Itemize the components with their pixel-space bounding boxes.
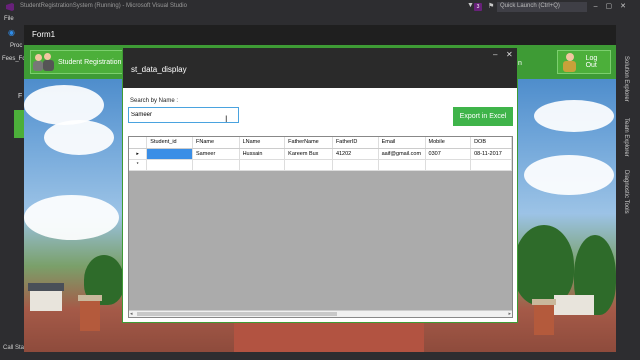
gate-pillar	[80, 301, 100, 331]
new-cell[interactable]	[378, 159, 426, 171]
brick-walkway	[234, 321, 424, 352]
search-label: Search by Name :	[130, 98, 179, 104]
tab-solution-explorer[interactable]: Solution Explorer	[623, 56, 629, 102]
new-cell[interactable]	[284, 159, 333, 171]
student-registration-button[interactable]: Student Registration	[30, 50, 124, 74]
tab-fees-form[interactable]: Fees_Fo	[2, 56, 26, 62]
designer-letter: F	[18, 93, 23, 100]
scrollbar-thumb[interactable]	[137, 312, 337, 316]
column-header-fathername[interactable]: FatherName	[284, 137, 333, 149]
quick-launch-input[interactable]: Quick Launch (Ctrl+Q)	[497, 2, 587, 12]
grid-header-row: Student_id FName LName FatherName Father…	[129, 137, 512, 149]
current-row-indicator[interactable]: ▸	[129, 148, 148, 160]
filter-icon[interactable]: ▼	[467, 2, 474, 9]
close-icon[interactable]: ✕	[506, 50, 513, 59]
notification-badge[interactable]: 3	[474, 3, 482, 11]
visual-studio-icon	[6, 3, 14, 11]
cell-fatherid[interactable]: 41202	[332, 148, 379, 160]
process-label: Proc	[10, 43, 23, 49]
feedback-flag-icon[interactable]: ⚑	[488, 2, 494, 10]
logout-label: Log Out	[585, 55, 598, 69]
column-header-email[interactable]: Email	[378, 137, 426, 149]
cloud	[44, 120, 114, 155]
window-controls[interactable]: –▢✕	[594, 2, 634, 10]
minimize-icon[interactable]: –	[493, 50, 497, 59]
form1-titlebar: Form1	[24, 25, 616, 45]
form1-title: Form1	[32, 30, 56, 39]
house	[554, 295, 594, 315]
cloud	[534, 100, 614, 132]
students-icon	[33, 52, 55, 72]
data-grid-table: Student_id FName LName FatherName Father…	[129, 137, 512, 171]
new-cell[interactable]	[425, 159, 472, 171]
cloud	[524, 155, 614, 195]
search-input[interactable]	[128, 107, 239, 123]
tree	[514, 225, 574, 305]
partial-header-text: n	[518, 60, 522, 67]
new-cell[interactable]	[470, 159, 512, 171]
cell-student-id[interactable]	[146, 148, 194, 160]
vs-titlebar: StudentRegistrationSystem (Running) - Mi…	[0, 0, 640, 14]
grid-corner-header	[129, 137, 148, 149]
right-tool-strip: Solution Explorer Team Explorer Diagnost…	[616, 50, 640, 360]
new-cell[interactable]	[146, 159, 194, 171]
column-header-dob[interactable]: DOB	[470, 137, 512, 149]
menu-file[interactable]: File	[4, 16, 14, 22]
cell-fathername[interactable]: Kareem Bux	[284, 148, 333, 160]
horizontal-scrollbar[interactable]: ◂ ▸	[129, 310, 512, 317]
st-data-display-dialog: st_data_display – ✕ n Search by Name : I…	[122, 47, 522, 323]
cell-mobile[interactable]: 0307	[425, 148, 472, 160]
table-row[interactable]: ▸ Sameer Hussain Kareem Bux 41202 aaif@g…	[129, 148, 512, 160]
gate-pillar	[534, 305, 554, 335]
cloud	[24, 85, 104, 125]
house-roof	[28, 283, 64, 291]
scroll-left-icon[interactable]: ◂	[130, 311, 133, 317]
column-header-fatherid[interactable]: FatherID	[332, 137, 379, 149]
column-header-fname[interactable]: FName	[192, 137, 240, 149]
scroll-right-icon[interactable]: ▸	[508, 311, 511, 317]
column-header-student-id[interactable]: Student_id	[146, 137, 194, 149]
vs-window-title: StudentRegistrationSystem (Running) - Mi…	[20, 3, 187, 9]
logout-button[interactable]: Log Out	[557, 50, 611, 74]
student-data-grid[interactable]: Student_id FName LName FatherName Father…	[128, 136, 513, 318]
user-logout-icon	[560, 52, 582, 72]
house	[30, 291, 62, 311]
back-navigation-icon[interactable]: ◉	[8, 28, 15, 37]
dialog-titlebar: st_data_display – ✕	[123, 48, 517, 88]
new-cell[interactable]	[192, 159, 240, 171]
tab-team-explorer[interactable]: Team Explorer	[623, 118, 629, 157]
cell-email[interactable]: aaif@gmail.com	[378, 148, 426, 160]
ibeam-cursor-icon: I	[225, 114, 228, 124]
column-header-mobile[interactable]: Mobile	[425, 137, 472, 149]
new-cell[interactable]	[239, 159, 286, 171]
column-header-lname[interactable]: LName	[239, 137, 286, 149]
new-row[interactable]: *	[129, 159, 512, 171]
tab-call-stack[interactable]: Call Sta	[3, 345, 24, 351]
student-registration-label: Student Registration	[58, 58, 122, 66]
cell-dob[interactable]: 08-11-2017	[470, 148, 512, 160]
cloud	[24, 195, 119, 240]
new-row-indicator[interactable]: *	[129, 159, 148, 171]
new-cell[interactable]	[332, 159, 379, 171]
cell-lname[interactable]: Hussain	[239, 148, 286, 160]
tab-diagnostic-tools[interactable]: Diagnostic Tools	[623, 170, 629, 214]
dialog-title: st_data_display	[131, 65, 187, 74]
cell-fname[interactable]: Sameer	[192, 148, 240, 160]
export-excel-button[interactable]: Export in Excel	[453, 107, 513, 126]
designer-green-control	[14, 110, 24, 138]
